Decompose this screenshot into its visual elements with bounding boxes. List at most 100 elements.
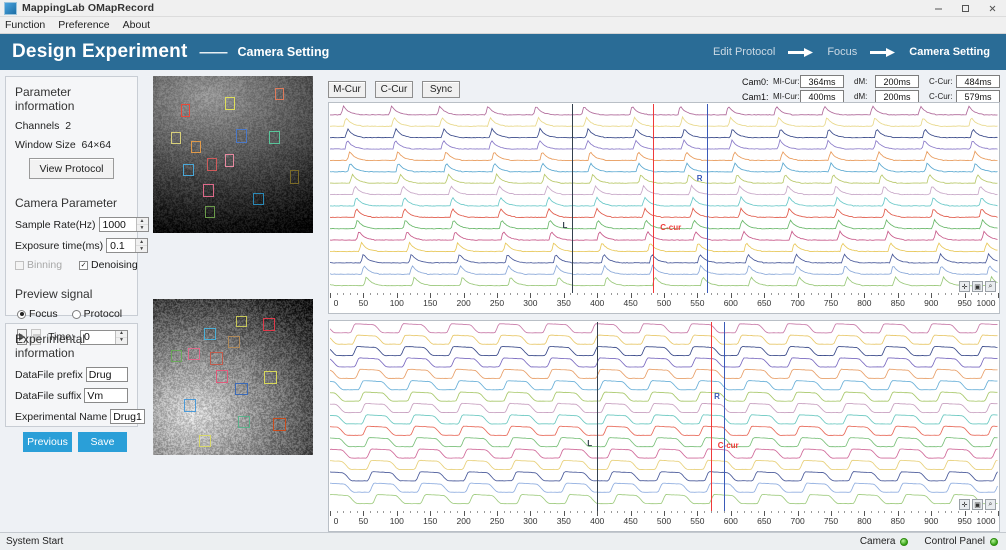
denoising-checkbox-box[interactable]: ✓: [79, 261, 88, 270]
close-icon[interactable]: [979, 0, 1006, 16]
axis-tick: [470, 511, 471, 513]
roi-box[interactable]: [210, 352, 223, 365]
minimize-icon[interactable]: [925, 0, 952, 16]
crosshair-icon[interactable]: ✛: [959, 281, 970, 292]
roi-box[interactable]: [184, 399, 196, 412]
roi-box[interactable]: [235, 383, 248, 395]
roi-box[interactable]: [273, 418, 286, 431]
time-arrows[interactable]: ▲▼: [115, 331, 127, 344]
camera1-chart[interactable]: LC-curR ✛ ▣ ⌕ 05010015020025030035040045…: [328, 320, 1000, 532]
axis-tick: [804, 511, 805, 513]
datafile-prefix-input[interactable]: Drug: [86, 367, 128, 382]
roi-box[interactable]: [216, 370, 228, 383]
experimental-name-input[interactable]: Drug1: [110, 409, 145, 424]
pan-icon[interactable]: ▣: [972, 281, 983, 292]
exposure-time-value[interactable]: 0.1: [107, 239, 135, 252]
cam0-ccur-value[interactable]: 484ms: [956, 75, 1000, 88]
pan-icon-2[interactable]: ▣: [972, 499, 983, 510]
time-value[interactable]: 0: [81, 331, 115, 344]
cam0-dm-value[interactable]: 200ms: [875, 75, 919, 88]
roi-box[interactable]: [203, 184, 214, 197]
menu-item-about[interactable]: About: [123, 19, 159, 31]
zoom-icon[interactable]: ⌕: [985, 281, 996, 292]
camera-timing-readout: Cam0: MI-Cur: 364ms dM: 200ms C-Cur: 484…: [742, 75, 1000, 103]
nav-step-camera-setting[interactable]: Camera Setting: [907, 46, 992, 58]
roi-box[interactable]: [205, 206, 215, 218]
c-cur-button[interactable]: C-Cur: [375, 81, 413, 98]
roi-box[interactable]: [207, 158, 217, 171]
axis-tick: [377, 511, 378, 513]
sync-button[interactable]: Sync: [422, 81, 460, 98]
cursor-line-r[interactable]: [724, 322, 725, 511]
axis-tick-label: 950: [958, 516, 972, 526]
camera0-plot-area[interactable]: LC-curR: [330, 104, 998, 293]
roi-box[interactable]: [236, 129, 247, 143]
nav-step-edit-protocol[interactable]: Edit Protocol: [711, 46, 777, 58]
roi-box[interactable]: [263, 318, 275, 331]
roi-box[interactable]: [188, 348, 200, 360]
cursor-line-r[interactable]: [707, 104, 708, 293]
roi-box[interactable]: [264, 371, 277, 384]
m-cur-button[interactable]: M-Cur: [328, 81, 366, 98]
save-button[interactable]: Save: [78, 432, 127, 452]
axis-tick: [644, 293, 645, 295]
roi-box[interactable]: [171, 132, 181, 144]
roi-box[interactable]: [191, 141, 201, 153]
roi-box[interactable]: [275, 88, 284, 100]
roi-box[interactable]: [181, 104, 190, 117]
camera1-preview[interactable]: [153, 299, 313, 455]
camera0-preview[interactable]: [153, 76, 313, 233]
axis-tick: [978, 511, 979, 513]
radio-protocol[interactable]: Protocol: [72, 308, 123, 320]
cursor-line-c-cur[interactable]: [653, 104, 654, 293]
nav-step-focus[interactable]: Focus: [825, 46, 859, 58]
roi-box[interactable]: [199, 435, 211, 447]
time-stepper[interactable]: 0 ▲▼: [80, 330, 128, 345]
zoom-icon-2[interactable]: ⌕: [985, 499, 996, 510]
axis-tick: [884, 293, 885, 295]
roi-box[interactable]: [290, 170, 299, 184]
axis-tick: [624, 293, 625, 295]
axis-tick-label: 800: [857, 516, 871, 526]
radio-focus[interactable]: Focus: [17, 308, 58, 320]
axis-tick: [758, 511, 759, 513]
previous-button[interactable]: Previous: [23, 432, 72, 452]
roi-box[interactable]: [236, 316, 247, 327]
menu-item-preference[interactable]: Preference: [58, 19, 118, 31]
axis-tick: [410, 293, 411, 295]
camera0-chart[interactable]: LC-curR ✛ ▣ ⌕ 05010015020025030035040045…: [328, 102, 1000, 314]
maximize-icon[interactable]: [952, 0, 979, 16]
cursor-line-c-cur[interactable]: [711, 322, 712, 511]
cursor-line-l[interactable]: [572, 104, 573, 293]
camera0-x-axis: 0501001502002503003504004505005506006507…: [330, 293, 998, 312]
roi-box[interactable]: [228, 336, 240, 348]
roi-box[interactable]: [253, 193, 264, 205]
cursor-line-l[interactable]: [597, 322, 598, 511]
roi-box[interactable]: [225, 97, 235, 110]
axis-tick-label: 450: [624, 516, 638, 526]
spin-down-icon-3[interactable]: ▼: [116, 338, 127, 344]
denoising-checkbox[interactable]: ✓ Denoising: [79, 259, 138, 271]
roi-box[interactable]: [238, 416, 250, 428]
sample-rate-value[interactable]: 1000: [100, 218, 136, 231]
trace-line: [330, 208, 998, 217]
axis-tick: [938, 293, 939, 295]
datafile-suffix-input[interactable]: Vm: [84, 388, 128, 403]
camera-parameter-title: Camera Parameter: [15, 196, 128, 210]
cam0-micur-value[interactable]: 364ms: [800, 75, 844, 88]
camera1-plot-area[interactable]: LC-curR: [330, 322, 998, 511]
view-protocol-button[interactable]: View Protocol: [29, 158, 114, 179]
axis-tick: [717, 511, 718, 513]
crosshair-icon-2[interactable]: ✛: [959, 499, 970, 510]
roi-box[interactable]: [225, 154, 234, 167]
roi-box[interactable]: [183, 164, 194, 176]
roi-box[interactable]: [171, 350, 182, 362]
radio-protocol-dot[interactable]: [72, 310, 81, 319]
axis-tick: [611, 293, 612, 295]
radio-focus-dot[interactable]: [17, 310, 26, 319]
menu-item-function[interactable]: Function: [5, 19, 54, 31]
roi-box[interactable]: [269, 131, 280, 144]
roi-box[interactable]: [204, 328, 216, 340]
binning-checkbox[interactable]: Binning: [15, 259, 62, 271]
binning-checkbox-box[interactable]: [15, 261, 24, 270]
